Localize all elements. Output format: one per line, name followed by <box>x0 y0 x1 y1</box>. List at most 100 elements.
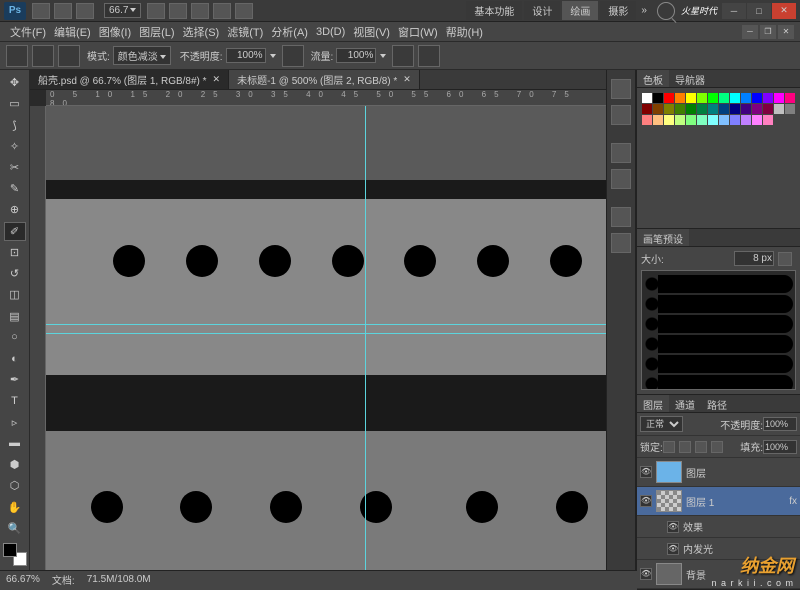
swatch-color[interactable] <box>752 104 762 114</box>
swatch-color[interactable] <box>719 93 729 103</box>
brush-tool[interactable]: ✐ <box>4 222 26 241</box>
lock-position-icon[interactable] <box>695 441 707 453</box>
brush-size-input[interactable] <box>734 251 774 266</box>
swatch-color[interactable] <box>653 93 663 103</box>
swatch-color[interactable] <box>741 104 751 114</box>
swatch-color[interactable] <box>774 104 784 114</box>
ruler-vertical[interactable] <box>30 106 46 570</box>
visibility-icon[interactable]: 👁 <box>640 568 652 580</box>
brush-panel-toggle[interactable] <box>58 45 80 67</box>
search-icon[interactable] <box>657 2 675 20</box>
lock-all-icon[interactable] <box>711 441 723 453</box>
screenmode-icon[interactable] <box>235 3 253 19</box>
hand-icon[interactable] <box>147 3 165 19</box>
arrange-icon[interactable] <box>213 3 231 19</box>
healing-tool[interactable]: ⊕ <box>4 200 26 219</box>
gradient-tool[interactable]: ▤ <box>4 306 26 325</box>
swatch-color[interactable] <box>719 115 729 125</box>
para-panel-icon[interactable] <box>611 233 631 253</box>
swatch-color[interactable] <box>697 93 707 103</box>
canvas[interactable] <box>46 106 606 570</box>
brush-preset-picker[interactable] <box>32 45 54 67</box>
swatch-color[interactable] <box>664 104 674 114</box>
eyedropper-tool[interactable]: ✎ <box>4 179 26 198</box>
swatch-color[interactable] <box>686 93 696 103</box>
path-tool[interactable]: ▹ <box>4 413 26 432</box>
swatch-color[interactable] <box>653 104 663 114</box>
brush-panel-icon[interactable] <box>611 143 631 163</box>
lock-pixels-icon[interactable] <box>679 441 691 453</box>
hand-tool[interactable]: ✋ <box>4 497 26 516</box>
layer-name[interactable]: 图层 1 <box>686 494 714 509</box>
tab-close-icon[interactable]: ✕ <box>213 74 221 85</box>
guide-horizontal[interactable] <box>46 324 606 325</box>
swatch-color[interactable] <box>774 93 784 103</box>
minimize-button[interactable]: ─ <box>722 3 746 19</box>
current-tool-icon[interactable] <box>6 45 28 67</box>
actions-panel-icon[interactable] <box>611 105 631 125</box>
swatch-color[interactable] <box>719 104 729 114</box>
swatch-color[interactable] <box>642 104 652 114</box>
layer-opacity-input[interactable] <box>763 417 797 431</box>
menu-window[interactable]: 窗口(W) <box>394 24 442 40</box>
swatch-color[interactable] <box>741 115 751 125</box>
zoom-dropdown[interactable]: 66.7 <box>104 3 141 18</box>
swatch-color[interactable] <box>763 93 773 103</box>
swatch-color[interactable] <box>653 115 663 125</box>
eraser-tool[interactable]: ◫ <box>4 285 26 304</box>
visibility-icon[interactable]: 👁 <box>640 495 652 507</box>
menu-image[interactable]: 图像(I) <box>95 24 135 40</box>
airbrush-icon[interactable] <box>392 45 414 67</box>
lock-transparent-icon[interactable] <box>663 441 675 453</box>
history-panel-icon[interactable] <box>611 79 631 99</box>
zoomtool-icon[interactable] <box>169 3 187 19</box>
swatch-color[interactable] <box>697 115 707 125</box>
tab-doc-1[interactable]: 船壳.psd @ 66.7% (图层 1, RGB/8#) *✕ <box>30 70 229 89</box>
workspace-design[interactable]: 设计 <box>524 1 560 20</box>
layer-thumbnail[interactable] <box>656 490 682 512</box>
rotate-icon[interactable] <box>191 3 209 19</box>
close-button[interactable]: ✕ <box>772 3 796 19</box>
blur-tool[interactable]: ○ <box>4 328 26 347</box>
fx-badge[interactable]: fx <box>789 496 797 507</box>
pressure-opacity-icon[interactable] <box>282 45 304 67</box>
layer-thumbnail[interactable] <box>656 563 682 585</box>
swatch-color[interactable] <box>752 115 762 125</box>
brush-preset-item[interactable] <box>644 335 793 353</box>
move-tool[interactable]: ✥ <box>4 73 26 92</box>
menu-layer[interactable]: 图层(L) <box>135 24 178 40</box>
swatch-color[interactable] <box>686 115 696 125</box>
opacity-input[interactable]: 100% <box>226 48 266 63</box>
blend-mode-dropdown[interactable]: 颜色减淡 <box>113 46 171 65</box>
type-tool[interactable]: T <box>4 391 26 410</box>
brush-preset-item[interactable] <box>644 275 793 293</box>
bridge-icon[interactable] <box>32 3 50 19</box>
menu-analysis[interactable]: 分析(A) <box>267 24 312 40</box>
swatch-color[interactable] <box>642 93 652 103</box>
layer-fill-input[interactable] <box>763 440 797 454</box>
stamp-tool[interactable]: ⊡ <box>4 243 26 262</box>
zoom-tool[interactable]: 🔍 <box>4 519 26 538</box>
swatch-color[interactable] <box>675 93 685 103</box>
lasso-tool[interactable]: ⟆ <box>4 115 26 134</box>
tab-brush-presets[interactable]: 画笔预设 <box>637 229 689 246</box>
swatch-color[interactable] <box>697 104 707 114</box>
brush-toggle-icon[interactable] <box>778 252 792 266</box>
layer-row[interactable]: 👁 图层 1 fx <box>637 487 800 516</box>
brush-preset-list[interactable] <box>641 270 796 390</box>
swatch-color[interactable] <box>686 104 696 114</box>
menu-help[interactable]: 帮助(H) <box>442 24 487 40</box>
crop-tool[interactable]: ✂ <box>4 158 26 177</box>
swatch-color[interactable] <box>675 115 685 125</box>
guide-vertical[interactable] <box>365 106 366 570</box>
maximize-button[interactable]: □ <box>747 3 771 19</box>
tab-swatches[interactable]: 色板 <box>637 70 669 87</box>
menu-view[interactable]: 视图(V) <box>349 24 394 40</box>
guide-horizontal[interactable] <box>46 333 606 334</box>
visibility-icon[interactable]: 👁 <box>667 543 679 555</box>
menu-select[interactable]: 选择(S) <box>179 24 224 40</box>
layer-thumbnail[interactable] <box>656 461 682 483</box>
3dcamera-tool[interactable]: ⬡ <box>4 476 26 495</box>
swatch-color[interactable] <box>642 115 652 125</box>
swatch-color[interactable] <box>741 93 751 103</box>
